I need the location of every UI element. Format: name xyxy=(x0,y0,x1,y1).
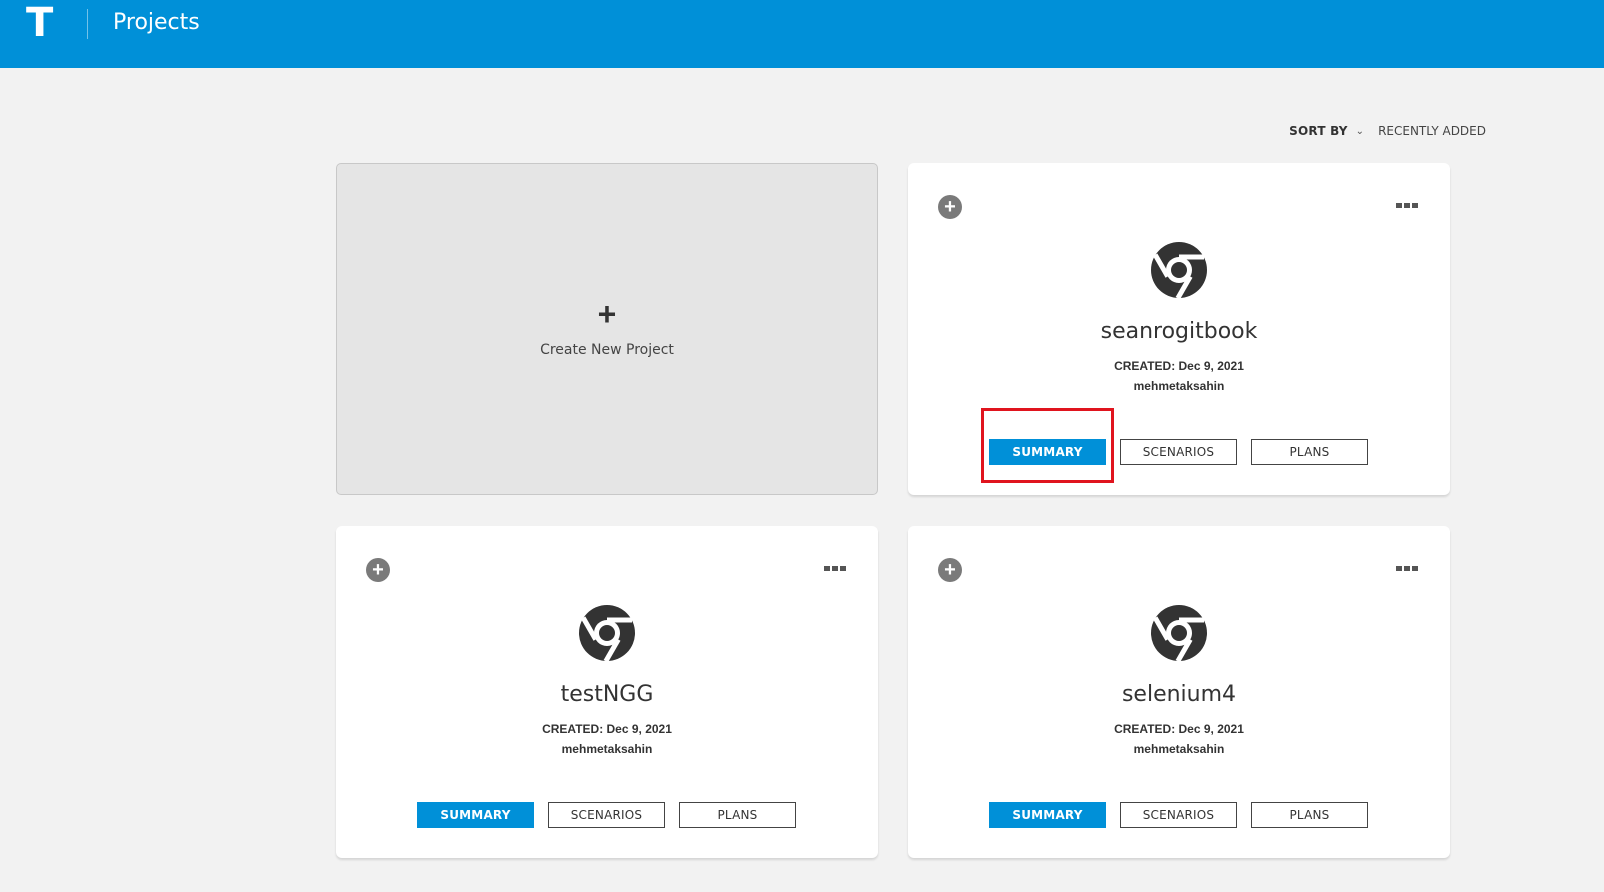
project-card: + selenium4 CREATED: Dec 9, 2021 mehmeta… xyxy=(908,526,1450,858)
plus-icon: + xyxy=(597,296,617,332)
scenarios-button[interactable]: SCENARIOS xyxy=(1120,439,1237,465)
project-created-date: CREATED: Dec 9, 2021 xyxy=(1114,722,1244,736)
project-name[interactable]: seanrogitbook xyxy=(908,319,1450,344)
sort-control[interactable]: SORT BY ⌄ RECENTLY ADDED xyxy=(1289,124,1486,138)
plans-button[interactable]: PLANS xyxy=(679,802,796,828)
more-options-icon[interactable] xyxy=(824,566,846,571)
plans-button[interactable]: PLANS xyxy=(1251,439,1368,465)
page-title: Projects xyxy=(113,10,200,35)
project-card: + seanrogitbook CREATED: Dec 9, 2021 meh… xyxy=(908,163,1450,495)
chevron-down-icon[interactable]: ⌄ xyxy=(1356,126,1364,137)
project-owner: mehmetaksahin xyxy=(1133,742,1225,756)
summary-button[interactable]: SUMMARY xyxy=(989,439,1106,465)
chrome-icon xyxy=(1151,605,1207,662)
header-divider xyxy=(87,9,88,39)
project-created-date: CREATED: Dec 9, 2021 xyxy=(542,722,672,736)
more-options-icon[interactable] xyxy=(1396,566,1418,571)
sort-label[interactable]: SORT BY xyxy=(1289,124,1348,138)
project-name[interactable]: testNGG xyxy=(336,682,878,707)
chrome-icon xyxy=(1151,242,1207,299)
create-new-project-card[interactable]: + Create New Project xyxy=(336,163,878,495)
project-owner: mehmetaksahin xyxy=(1133,379,1225,393)
top-header: T Projects xyxy=(0,0,1604,68)
sort-value[interactable]: RECENTLY ADDED xyxy=(1378,124,1486,138)
scenarios-button[interactable]: SCENARIOS xyxy=(548,802,665,828)
plus-circle-icon[interactable]: + xyxy=(938,195,962,219)
chrome-icon xyxy=(579,605,635,662)
plus-circle-icon[interactable]: + xyxy=(938,558,962,582)
summary-button[interactable]: SUMMARY xyxy=(417,802,534,828)
scenarios-button[interactable]: SCENARIOS xyxy=(1120,802,1237,828)
plus-circle-icon[interactable]: + xyxy=(366,558,390,582)
project-owner: mehmetaksahin xyxy=(561,742,653,756)
app-logo[interactable]: T xyxy=(26,3,54,43)
create-new-project-label: Create New Project xyxy=(540,342,674,358)
more-options-icon[interactable] xyxy=(1396,203,1418,208)
plans-button[interactable]: PLANS xyxy=(1251,802,1368,828)
project-created-date: CREATED: Dec 9, 2021 xyxy=(1114,359,1244,373)
project-card: + testNGG CREATED: Dec 9, 2021 mehmetaks… xyxy=(336,526,878,858)
project-name[interactable]: selenium4 xyxy=(908,682,1450,707)
summary-button[interactable]: SUMMARY xyxy=(989,802,1106,828)
